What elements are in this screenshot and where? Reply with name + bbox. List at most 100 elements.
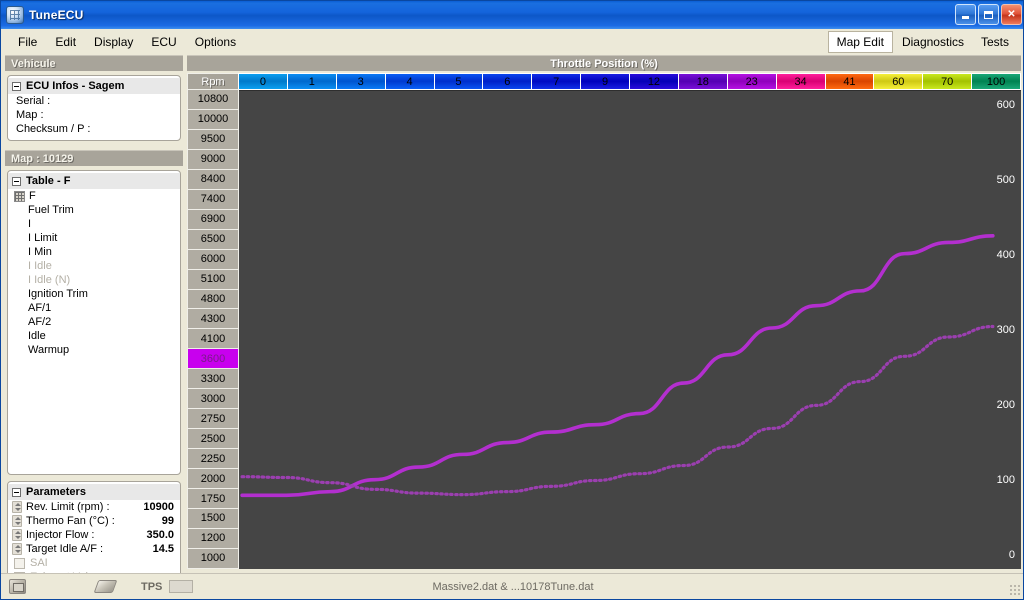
close-button[interactable]: ✕ bbox=[1001, 4, 1022, 25]
param-value: 14.5 bbox=[152, 543, 174, 555]
param-value: 10900 bbox=[143, 501, 174, 513]
rpm-row-cell[interactable]: 1000 bbox=[187, 547, 239, 569]
param-target-idle-af[interactable]: Target Idle A/F : 14.5 bbox=[8, 542, 180, 556]
menu-ecu[interactable]: ECU bbox=[142, 32, 185, 52]
rpm-row-cell[interactable]: 9000 bbox=[187, 148, 239, 170]
param-label: Target Idle A/F : bbox=[26, 543, 104, 555]
throttle-column-header[interactable]: 70 bbox=[922, 73, 973, 90]
throttle-column-header[interactable]: 3 bbox=[335, 73, 386, 90]
chart-body: 10800 10000 9500 9000 8400 7400 6900 6500 6000 51… bbox=[187, 89, 1021, 569]
rpm-row-cell[interactable]: 3600 bbox=[187, 348, 239, 370]
param-value: 99 bbox=[161, 515, 174, 527]
tree-item-warmup[interactable]: Warmup bbox=[8, 343, 180, 357]
rpm-row-cell[interactable]: 1500 bbox=[187, 508, 239, 529]
ecu-checksum-row: Checksum / P : bbox=[16, 123, 91, 135]
rpm-row-cell[interactable]: 1750 bbox=[187, 488, 239, 510]
param-label: Rev. Limit (rpm) : bbox=[26, 501, 110, 513]
rpm-row-cell[interactable]: 2750 bbox=[187, 408, 239, 430]
rpm-row-cell[interactable]: 2000 bbox=[187, 468, 239, 490]
parameters-header[interactable]: Parameters bbox=[8, 484, 180, 500]
rpm-row-cell[interactable]: 6900 bbox=[187, 208, 239, 230]
rpm-row-cell[interactable]: 7400 bbox=[187, 188, 239, 210]
resize-grip-icon[interactable] bbox=[1009, 584, 1021, 596]
table-title: Table - F bbox=[26, 175, 71, 187]
throttle-column-header[interactable]: 7 bbox=[531, 73, 582, 90]
tab-tests[interactable]: Tests bbox=[972, 31, 1017, 52]
throttle-column-header[interactable]: 9 bbox=[580, 73, 630, 90]
rpm-row-cell[interactable]: 6000 bbox=[187, 248, 239, 270]
checkbox-label: SAI bbox=[30, 557, 48, 569]
menu-file[interactable]: File bbox=[9, 32, 46, 52]
throttle-column-header[interactable]: 0 bbox=[238, 73, 288, 90]
y-axis-tick-label: 600 bbox=[996, 99, 1015, 112]
tree-item-af2[interactable]: AF/2 bbox=[8, 315, 180, 329]
tab-diagnostics[interactable]: Diagnostics bbox=[893, 31, 972, 52]
column-header-row: Rpm 0 1 3 4 5 6 7 9 12 18 23 34 41 60 70 100 bbox=[187, 73, 1021, 90]
throttle-column-header[interactable]: 100 bbox=[971, 73, 1021, 90]
maximize-button[interactable] bbox=[978, 4, 999, 25]
tree-item-fuel-trim[interactable]: Fuel Trim bbox=[8, 203, 180, 217]
rpm-row-cell[interactable]: 2250 bbox=[187, 448, 239, 470]
throttle-column-header[interactable]: 34 bbox=[775, 73, 826, 90]
rpm-row-cell[interactable]: 10000 bbox=[187, 108, 239, 130]
rpm-row-cell[interactable]: 10800 bbox=[187, 89, 239, 110]
tree-item-i-limit[interactable]: I Limit bbox=[8, 231, 180, 245]
tree-item-i[interactable]: I bbox=[8, 217, 180, 231]
throttle-column-header[interactable]: 23 bbox=[726, 73, 777, 90]
collapse-icon[interactable] bbox=[12, 176, 21, 186]
tree-item-f[interactable]: F bbox=[8, 189, 180, 203]
spinner-icon[interactable] bbox=[12, 543, 22, 555]
table-header[interactable]: Table - F bbox=[8, 173, 180, 189]
plot-canvas[interactable]: 0 100 200 300 400 500 600 bbox=[239, 90, 1021, 569]
rpm-row-cell[interactable]: 4100 bbox=[187, 328, 239, 350]
param-value: 350.0 bbox=[146, 529, 174, 541]
throttle-column-header[interactable]: 5 bbox=[433, 73, 484, 90]
tree-item-ignition-trim[interactable]: Ignition Trim bbox=[8, 287, 180, 301]
collapse-icon[interactable] bbox=[12, 487, 21, 497]
spinner-icon[interactable] bbox=[12, 501, 22, 513]
throttle-column-header[interactable]: 41 bbox=[824, 73, 875, 90]
rpm-row-cell[interactable]: 1200 bbox=[187, 527, 239, 549]
y-axis-tick-label: 0 bbox=[1008, 548, 1015, 561]
throttle-column-header[interactable]: 4 bbox=[384, 73, 435, 90]
rpm-column: 10800 10000 9500 9000 8400 7400 6900 6500 6000 51… bbox=[187, 89, 239, 569]
throttle-column-header[interactable]: 18 bbox=[677, 73, 728, 90]
menu-options[interactable]: Options bbox=[186, 32, 245, 52]
rpm-row-cell[interactable]: 4300 bbox=[187, 308, 239, 330]
collapse-icon[interactable] bbox=[12, 81, 21, 91]
menu-display[interactable]: Display bbox=[85, 32, 142, 52]
menu-edit[interactable]: Edit bbox=[46, 32, 85, 52]
rpm-row-cell[interactable]: 4800 bbox=[187, 288, 239, 310]
tree-item-i-idle: I Idle bbox=[28, 260, 52, 272]
throttle-column-headers: 0 1 3 4 5 6 7 9 12 18 23 34 41 60 70 100 bbox=[238, 73, 1021, 90]
chart-title: Throttle Position (%) bbox=[187, 55, 1021, 71]
spinner-icon[interactable] bbox=[12, 515, 22, 527]
checkbox-icon bbox=[14, 557, 25, 569]
param-injector-flow[interactable]: Injector Flow : 350.0 bbox=[8, 528, 180, 542]
rpm-row-cell[interactable]: 5100 bbox=[187, 268, 239, 290]
throttle-column-header[interactable]: 6 bbox=[482, 73, 533, 90]
tree-item-i-min[interactable]: I Min bbox=[8, 245, 180, 259]
window-controls: ✕ bbox=[955, 4, 1022, 25]
rpm-row-cell[interactable]: 8400 bbox=[187, 168, 239, 190]
throttle-column-header[interactable]: 1 bbox=[286, 73, 337, 90]
rpm-row-cell[interactable]: 6500 bbox=[187, 228, 239, 250]
throttle-column-header[interactable]: 12 bbox=[629, 73, 679, 90]
status-bar: TPS Massive2.dat & ...10178Tune.dat bbox=[1, 573, 1023, 599]
y-axis-tick-label: 200 bbox=[996, 398, 1015, 411]
tab-map-edit[interactable]: Map Edit bbox=[827, 30, 893, 53]
rpm-row-cell[interactable]: 3300 bbox=[187, 368, 239, 390]
rpm-row-cell[interactable]: 3000 bbox=[187, 388, 239, 410]
tree-item-af1[interactable]: AF/1 bbox=[8, 301, 180, 315]
spinner-icon[interactable] bbox=[12, 529, 22, 541]
minimize-button[interactable] bbox=[955, 4, 976, 25]
param-thermo-fan[interactable]: Thermo Fan (°C) : 99 bbox=[8, 514, 180, 528]
rpm-row-cell[interactable]: 9500 bbox=[187, 128, 239, 150]
rpm-row-cell[interactable]: 2500 bbox=[187, 428, 239, 450]
tree-item-idle[interactable]: Idle bbox=[8, 329, 180, 343]
ecu-infos-header[interactable]: ECU Infos - Sagem bbox=[8, 78, 180, 94]
tuneecu-window: TuneECU ✕ File Edit Display ECU Options … bbox=[0, 0, 1024, 600]
ecu-infos-title: ECU Infos - Sagem bbox=[26, 80, 125, 92]
param-rev-limit[interactable]: Rev. Limit (rpm) : 10900 bbox=[8, 500, 180, 514]
throttle-column-header[interactable]: 60 bbox=[873, 73, 924, 90]
